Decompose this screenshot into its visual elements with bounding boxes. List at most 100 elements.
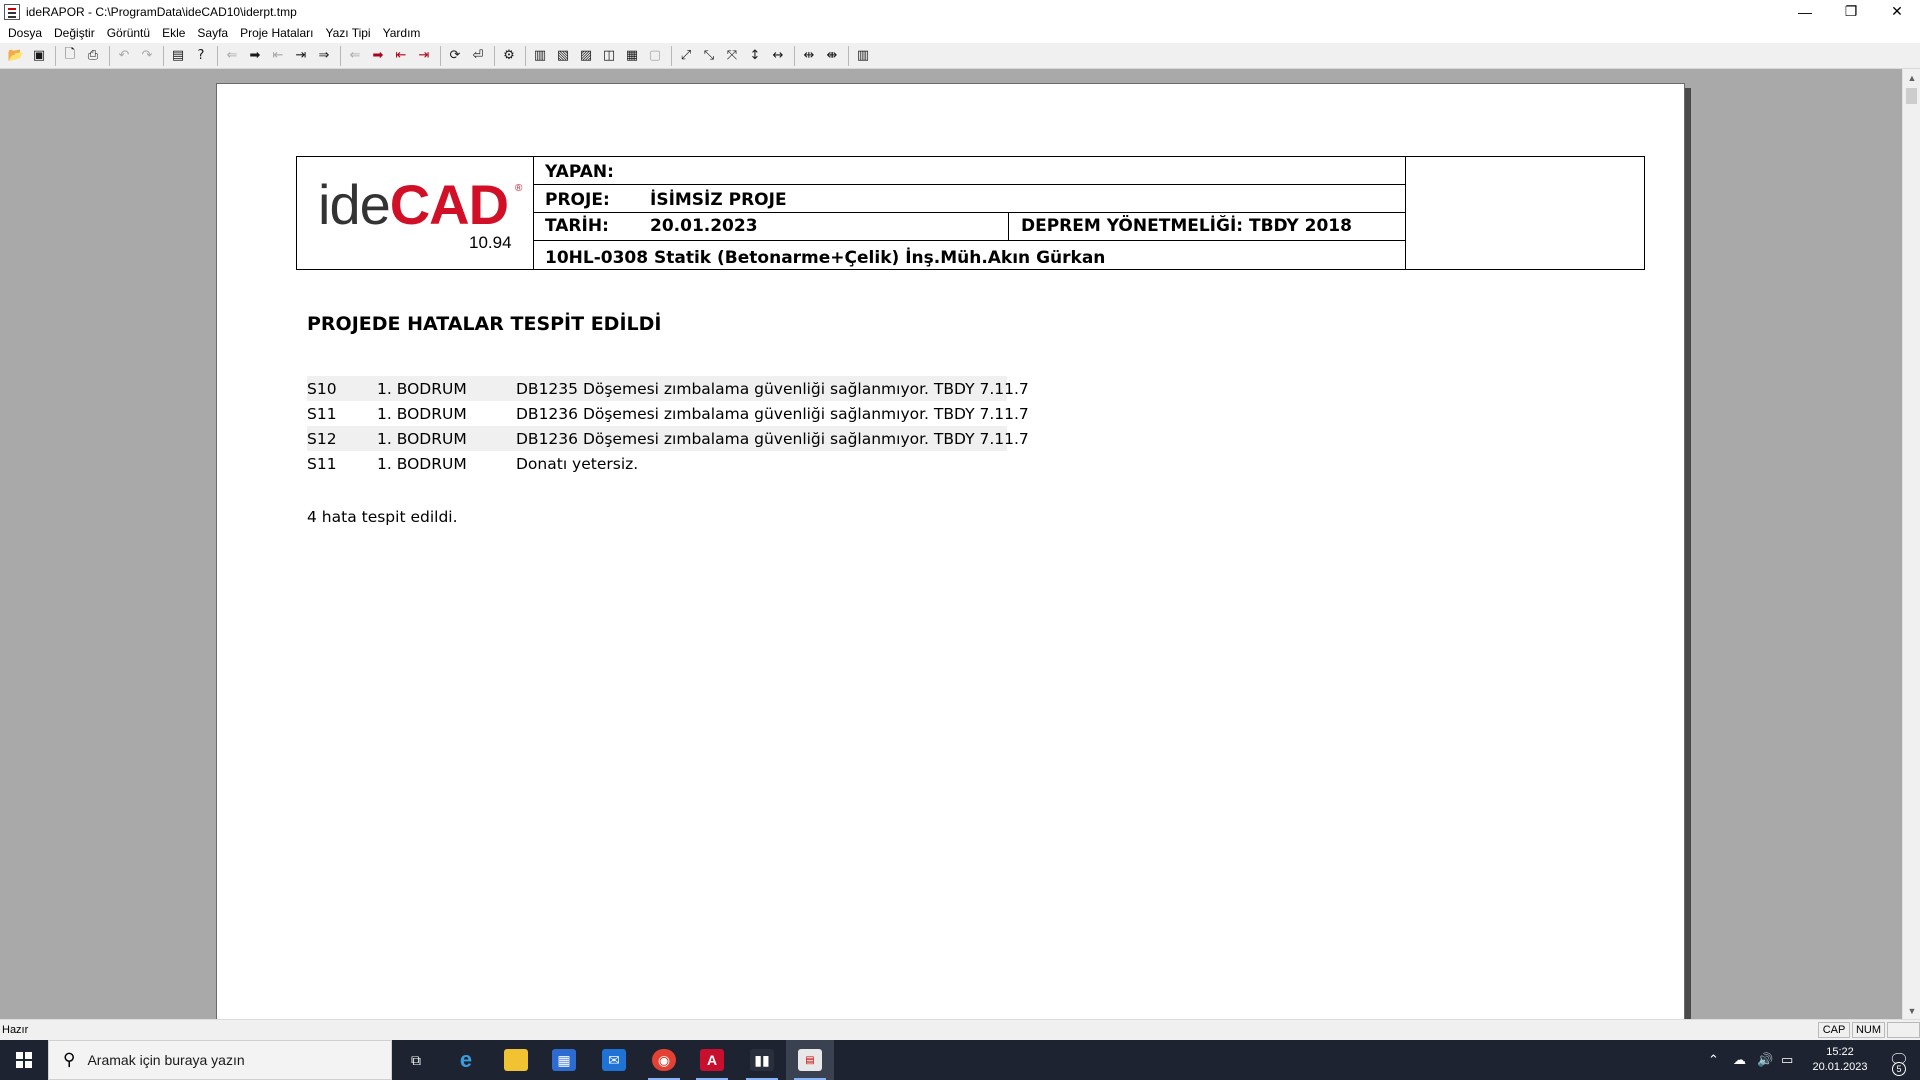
- zoom-fit-icon[interactable]: ⤧: [723, 47, 741, 65]
- layout-single-icon[interactable]: ▥: [531, 47, 549, 65]
- menu-ekle[interactable]: Ekle: [157, 26, 192, 40]
- close-button[interactable]: ✕: [1874, 0, 1920, 23]
- error-row[interactable]: S11 1. BODRUM Donatı yetersiz.: [307, 451, 1007, 476]
- task-view-button[interactable]: ⧉: [392, 1040, 440, 1080]
- menu-bar: Dosya Değiştir Görüntü Ekle Sayfa Proje …: [0, 23, 1920, 43]
- error-code: S10: [307, 380, 337, 398]
- network-cloud-icon[interactable]: ☁: [1733, 1040, 1746, 1080]
- tarih-label: TARİH:: [545, 216, 609, 236]
- error-row[interactable]: S12 1. BODRUM DB1236 Döşemesi zımbalama …: [307, 426, 1029, 451]
- scroll-up-icon[interactable]: ▲: [1903, 69, 1920, 86]
- prev-error-icon[interactable]: ⇐: [346, 47, 364, 65]
- search-icon: ⚲: [63, 1050, 76, 1069]
- layout-wrap-icon[interactable]: ▢: [646, 47, 664, 65]
- help-icon[interactable]: ?: [192, 47, 210, 65]
- project-info: YAPAN: PROJE: İSİMSİZ PROJE TARİH: 20.01…: [534, 157, 1406, 269]
- layout-left-icon[interactable]: ▧: [554, 47, 572, 65]
- error-row[interactable]: S10 1. BODRUM DB1235 Döşemesi zımbalama …: [307, 376, 1029, 401]
- tarih-value: 20.01.2023: [650, 216, 758, 236]
- layout-right-icon[interactable]: ▨: [577, 47, 595, 65]
- fit-all-icon[interactable]: ⇼: [823, 47, 841, 65]
- export-icon[interactable]: ⏎: [469, 47, 487, 65]
- menu-degistir[interactable]: Değiştir: [49, 26, 102, 40]
- idecad-logo: ideCAD: [318, 173, 509, 236]
- undo-icon[interactable]: ↶: [115, 47, 133, 65]
- idecad-icon: ▮▮: [750, 1049, 774, 1071]
- menu-sayfa[interactable]: Sayfa: [192, 26, 235, 40]
- app-icon: [4, 3, 20, 20]
- menu-goruntu[interactable]: Görüntü: [102, 26, 157, 40]
- layout-double-icon[interactable]: ◫: [600, 47, 618, 65]
- clock-time: 15:22: [1826, 1046, 1854, 1058]
- first-error-icon[interactable]: ⇤: [392, 47, 410, 65]
- scroll-down-icon[interactable]: ▼: [1903, 1002, 1920, 1019]
- page-icon[interactable]: ▤: [169, 47, 187, 65]
- menu-proje-hatalari[interactable]: Proje Hataları: [235, 26, 320, 40]
- zoom-out-icon[interactable]: ⤡: [700, 47, 718, 65]
- taskbar-clock[interactable]: 15:22 20.01.2023: [1806, 1045, 1874, 1075]
- fit-page-icon[interactable]: ⇹: [800, 47, 818, 65]
- save-icon[interactable]: ▣: [30, 47, 48, 65]
- menu-dosya[interactable]: Dosya: [3, 26, 49, 40]
- menu-yardim[interactable]: Yardım: [378, 26, 428, 40]
- redo-icon[interactable]: ↷: [138, 47, 156, 65]
- arrow-right-icon[interactable]: ➡: [246, 47, 264, 65]
- search-placeholder: Aramak için buraya yazın: [87, 1052, 245, 1068]
- refresh-icon[interactable]: ⟳: [446, 47, 464, 65]
- error-row[interactable]: S11 1. BODRUM DB1236 Döşemesi zımbalama …: [307, 401, 1029, 426]
- print-icon[interactable]: ⎙: [84, 47, 102, 65]
- settings-icon[interactable]: ⚙: [500, 47, 518, 65]
- task-view-icon: ⧉: [411, 1051, 421, 1068]
- zoom-in-icon[interactable]: ⤢: [677, 47, 695, 65]
- toolbar-separator: [794, 45, 795, 66]
- menu-yazi-tipi[interactable]: Yazı Tipi: [320, 26, 377, 40]
- columns-icon[interactable]: ▥: [854, 47, 872, 65]
- proje-label: PROJE:: [545, 190, 610, 210]
- first-icon[interactable]: ⇤: [269, 47, 287, 65]
- error-message: DB1235 Döşemesi zımbalama güvenliği sağl…: [516, 380, 1029, 398]
- yapan-label: YAPAN:: [545, 162, 614, 182]
- print-preview-icon[interactable]: 🗋: [61, 47, 79, 65]
- vertical-scrollbar[interactable]: ▲ ▼: [1902, 69, 1920, 1019]
- goto-icon[interactable]: ⇒: [315, 47, 333, 65]
- document-workspace[interactable]: ideCAD ® 10.94 YAPAN: PROJE: İSİMSİZ PRO…: [0, 69, 1902, 1019]
- toolbar-separator: [217, 45, 218, 66]
- taskbar-idecad[interactable]: ▮▮: [738, 1040, 786, 1080]
- minimize-button[interactable]: —: [1782, 0, 1828, 23]
- iderapor-icon: ▤: [798, 1049, 822, 1071]
- toolbar-separator: [55, 45, 56, 66]
- next-error-icon[interactable]: ➡: [369, 47, 387, 65]
- registered-mark: ®: [515, 183, 523, 194]
- taskbar-search[interactable]: ⚲ Aramak için buraya yazın: [48, 1040, 392, 1080]
- arrow-left-icon[interactable]: ⇐: [223, 47, 241, 65]
- restore-button[interactable]: ❐: [1828, 0, 1874, 23]
- volume-icon[interactable]: 🔊: [1757, 1040, 1773, 1080]
- error-floor: 1. BODRUM: [377, 430, 467, 448]
- open-icon[interactable]: 📂: [7, 47, 25, 65]
- row-yapan: YAPAN:: [534, 157, 1405, 185]
- taskbar-iderapor[interactable]: ▤: [786, 1040, 834, 1080]
- error-list: S10 1. BODRUM DB1235 Döşemesi zımbalama …: [307, 376, 1029, 476]
- taskbar-edge[interactable]: e: [442, 1040, 490, 1080]
- clock-date: 20.01.2023: [1812, 1061, 1868, 1073]
- logo-cell: ideCAD ® 10.94: [297, 157, 534, 269]
- zoom-width-icon[interactable]: ↔: [769, 47, 787, 65]
- status-bar: Hazır CAP NUM: [0, 1019, 1920, 1040]
- last-error-icon[interactable]: ⇥: [415, 47, 433, 65]
- zoom-height-icon[interactable]: ↕: [746, 47, 764, 65]
- error-message: Donatı yetersiz.: [516, 455, 639, 473]
- display-icon[interactable]: ▭: [1781, 1040, 1793, 1080]
- taskbar-store[interactable]: ▦: [540, 1040, 588, 1080]
- error-floor: 1. BODRUM: [377, 405, 467, 423]
- layout-grid-icon[interactable]: ▦: [623, 47, 641, 65]
- taskbar-explorer[interactable]: [492, 1040, 540, 1080]
- start-button[interactable]: [0, 1040, 48, 1080]
- error-message: DB1236 Döşemesi zımbalama güvenliği sağl…: [516, 405, 1029, 423]
- taskbar-chrome[interactable]: ◉: [640, 1040, 688, 1080]
- scroll-thumb[interactable]: [1906, 88, 1917, 104]
- taskbar-autocad[interactable]: A: [688, 1040, 736, 1080]
- taskbar-mail[interactable]: ✉: [590, 1040, 638, 1080]
- tray-chevron-icon[interactable]: ⌃: [1708, 1040, 1719, 1080]
- report-title: PROJEDE HATALAR TESPİT EDİLDİ: [307, 313, 662, 335]
- last-icon[interactable]: ⇥: [292, 47, 310, 65]
